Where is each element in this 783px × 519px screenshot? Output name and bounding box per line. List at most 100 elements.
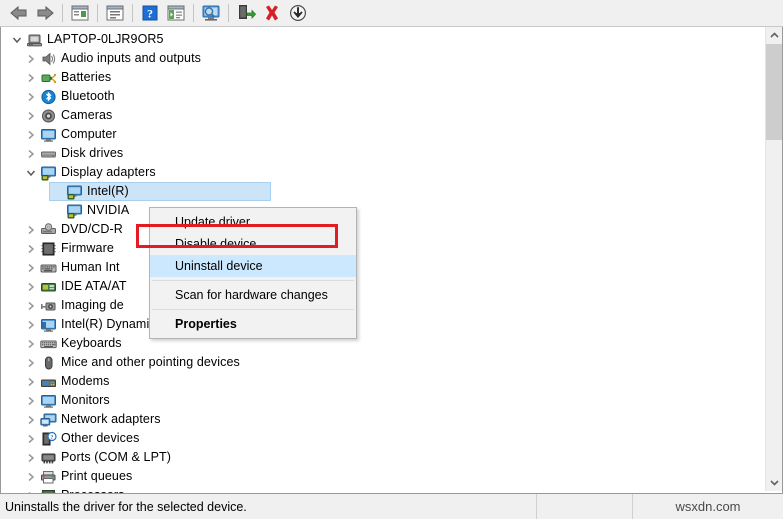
tree-item-computer[interactable]: Computer bbox=[1, 125, 766, 144]
expand-toggle-closed[interactable] bbox=[23, 125, 39, 144]
chevron-right-icon bbox=[28, 225, 35, 234]
tree-item-firmware[interactable]: Firmware bbox=[1, 239, 766, 258]
expand-toggle-closed[interactable] bbox=[23, 296, 39, 315]
expand-toggle-closed[interactable] bbox=[23, 68, 39, 87]
expand-toggle-closed[interactable] bbox=[23, 258, 39, 277]
expand-toggle-closed[interactable] bbox=[23, 106, 39, 125]
tree-item-network-adapters[interactable]: Network adapters bbox=[1, 410, 766, 429]
expand-toggle-closed[interactable] bbox=[23, 144, 39, 163]
tree-item-cameras[interactable]: Cameras bbox=[1, 106, 766, 125]
tree-item-print-queues[interactable]: Print queues bbox=[1, 467, 766, 486]
expand-toggle-closed[interactable] bbox=[23, 239, 39, 258]
expand-toggle-closed[interactable] bbox=[23, 315, 39, 334]
tree-item-imaging-de[interactable]: Imaging de bbox=[1, 296, 766, 315]
expand-toggle-closed[interactable] bbox=[23, 334, 39, 353]
update-driver-button[interactable] bbox=[234, 2, 258, 25]
tree-item-label: Other devices bbox=[61, 431, 140, 445]
scroll-down-button[interactable] bbox=[766, 474, 782, 491]
display-adapter-icon bbox=[66, 185, 82, 199]
tree-item-label: Batteries bbox=[61, 70, 112, 84]
update-driver-icon bbox=[239, 5, 256, 20]
expand-toggle-closed[interactable] bbox=[23, 410, 39, 429]
network-adapter-icon bbox=[39, 413, 56, 426]
expand-toggle-closed[interactable] bbox=[23, 277, 39, 296]
battery-icon bbox=[41, 73, 56, 83]
tree-item-monitors[interactable]: Monitors bbox=[1, 391, 766, 410]
help-button[interactable]: ? bbox=[138, 2, 162, 25]
toolbar: ? bbox=[0, 0, 783, 27]
tree-item-bluetooth[interactable]: Bluetooth bbox=[1, 87, 766, 106]
tree-item-mice-and-other-pointing-devices[interactable]: Mice and other pointing devices bbox=[1, 353, 766, 372]
menu-item-disable-device[interactable]: Disable device bbox=[150, 233, 356, 255]
tree-item-human-int[interactable]: Human Int bbox=[1, 258, 766, 277]
scan-for-hardware-changes-button[interactable] bbox=[199, 2, 223, 25]
show-hide-action-pane-button[interactable] bbox=[164, 2, 188, 25]
expand-toggle-closed[interactable] bbox=[23, 220, 39, 239]
tree-item-audio-inputs-and-outputs[interactable]: Audio inputs and outputs bbox=[1, 49, 766, 68]
expand-toggle-closed[interactable] bbox=[23, 372, 39, 391]
menu-item-update-driver[interactable]: Update driver bbox=[150, 211, 356, 233]
scrollbar-thumb[interactable] bbox=[766, 44, 782, 140]
menu-item-scan-for-hardware-changes[interactable]: Scan for hardware changes bbox=[150, 284, 356, 306]
properties-button[interactable] bbox=[103, 2, 127, 25]
chevron-right-icon bbox=[28, 149, 35, 158]
mouse-icon bbox=[39, 354, 57, 372]
uninstall-device-button[interactable] bbox=[260, 2, 284, 25]
expand-toggle-closed[interactable] bbox=[23, 467, 39, 486]
tree-item-label: IDE ATA/AT bbox=[61, 279, 127, 293]
tree-item-display-adapters[interactable]: Display adapters bbox=[1, 163, 766, 182]
chevron-right-icon bbox=[28, 111, 35, 120]
chevron-right-icon bbox=[28, 358, 35, 367]
monitor-icon bbox=[40, 394, 56, 408]
display-adapter-icon bbox=[66, 204, 82, 218]
tree-item-ports-com-lpt[interactable]: Ports (COM & LPT) bbox=[1, 448, 766, 467]
device-tree-panel[interactable]: LAPTOP-0LJR9OR5 Audio inputs and outputs B… bbox=[0, 27, 783, 493]
chevron-right-icon bbox=[28, 472, 35, 481]
scroll-up-button[interactable] bbox=[766, 27, 782, 44]
disable-device-button[interactable] bbox=[286, 2, 310, 25]
keyboard-icon bbox=[39, 335, 57, 353]
forward-button[interactable] bbox=[33, 2, 57, 25]
tree-item-disk-drives[interactable]: Disk drives bbox=[1, 144, 766, 163]
expand-toggle-closed[interactable] bbox=[23, 87, 39, 106]
tree-item-intel-r[interactable]: Intel(R) bbox=[1, 182, 766, 201]
expand-toggle-closed[interactable] bbox=[23, 391, 39, 410]
tree-item-ide-ata-at[interactable]: IDE ATA/AT bbox=[1, 277, 766, 296]
menu-item-properties[interactable]: Properties bbox=[150, 313, 356, 335]
expand-toggle-closed[interactable] bbox=[23, 353, 39, 372]
toolbar-separator bbox=[228, 4, 229, 22]
tree-item-label: NVIDIA bbox=[87, 203, 130, 217]
chevron-right-icon bbox=[28, 92, 35, 101]
expand-toggle-open[interactable] bbox=[9, 30, 25, 49]
tree-item-keyboards[interactable]: Keyboards bbox=[1, 334, 766, 353]
tree-item-modems[interactable]: Modems bbox=[1, 372, 766, 391]
tree-item-intel-r-dynamic-platform-and-thermal-framework[interactable]: Intel(R) Dynamic Platform and Thermal Fr… bbox=[1, 315, 766, 334]
chevron-right-icon bbox=[28, 244, 35, 253]
expand-toggle-closed[interactable] bbox=[23, 486, 39, 493]
expand-toggle-closed[interactable] bbox=[23, 429, 39, 448]
scrollbar-track[interactable] bbox=[766, 44, 782, 474]
tree-item-dvd-cd-r[interactable]: DVD/CD-R bbox=[1, 220, 766, 239]
back-arrow-icon bbox=[10, 5, 27, 21]
expand-toggle-closed[interactable] bbox=[23, 448, 39, 467]
vertical-scrollbar[interactable] bbox=[765, 27, 782, 491]
expand-toggle-open[interactable] bbox=[23, 163, 39, 182]
tree-item-processors[interactable]: Processors bbox=[1, 486, 766, 493]
tree-item-batteries[interactable]: Batteries bbox=[1, 68, 766, 87]
tree-item-laptop-0ljr9or5[interactable]: LAPTOP-0LJR9OR5 bbox=[1, 30, 766, 49]
expand-toggle-closed[interactable] bbox=[23, 49, 39, 68]
tree-item-label: Keyboards bbox=[61, 336, 122, 350]
context-menu[interactable]: Update driver Disable device Uninstall dev… bbox=[149, 207, 357, 339]
scan-hardware-icon bbox=[202, 5, 220, 21]
tree-item-label: Imaging de bbox=[61, 298, 124, 312]
back-button[interactable] bbox=[7, 2, 31, 25]
show-hide-console-tree-button[interactable] bbox=[68, 2, 92, 25]
device-tree[interactable]: LAPTOP-0LJR9OR5 Audio inputs and outputs B… bbox=[1, 27, 766, 493]
menu-separator bbox=[152, 309, 354, 310]
tree-item-other-devices[interactable]: ? Other devices bbox=[1, 429, 766, 448]
chevron-right-icon bbox=[28, 130, 35, 139]
tree-item-nvidia[interactable]: NVIDIA bbox=[1, 201, 766, 220]
toolbar-separator bbox=[97, 4, 98, 22]
chevron-right-icon bbox=[28, 434, 35, 443]
menu-item-uninstall-device[interactable]: Uninstall device bbox=[150, 255, 356, 277]
